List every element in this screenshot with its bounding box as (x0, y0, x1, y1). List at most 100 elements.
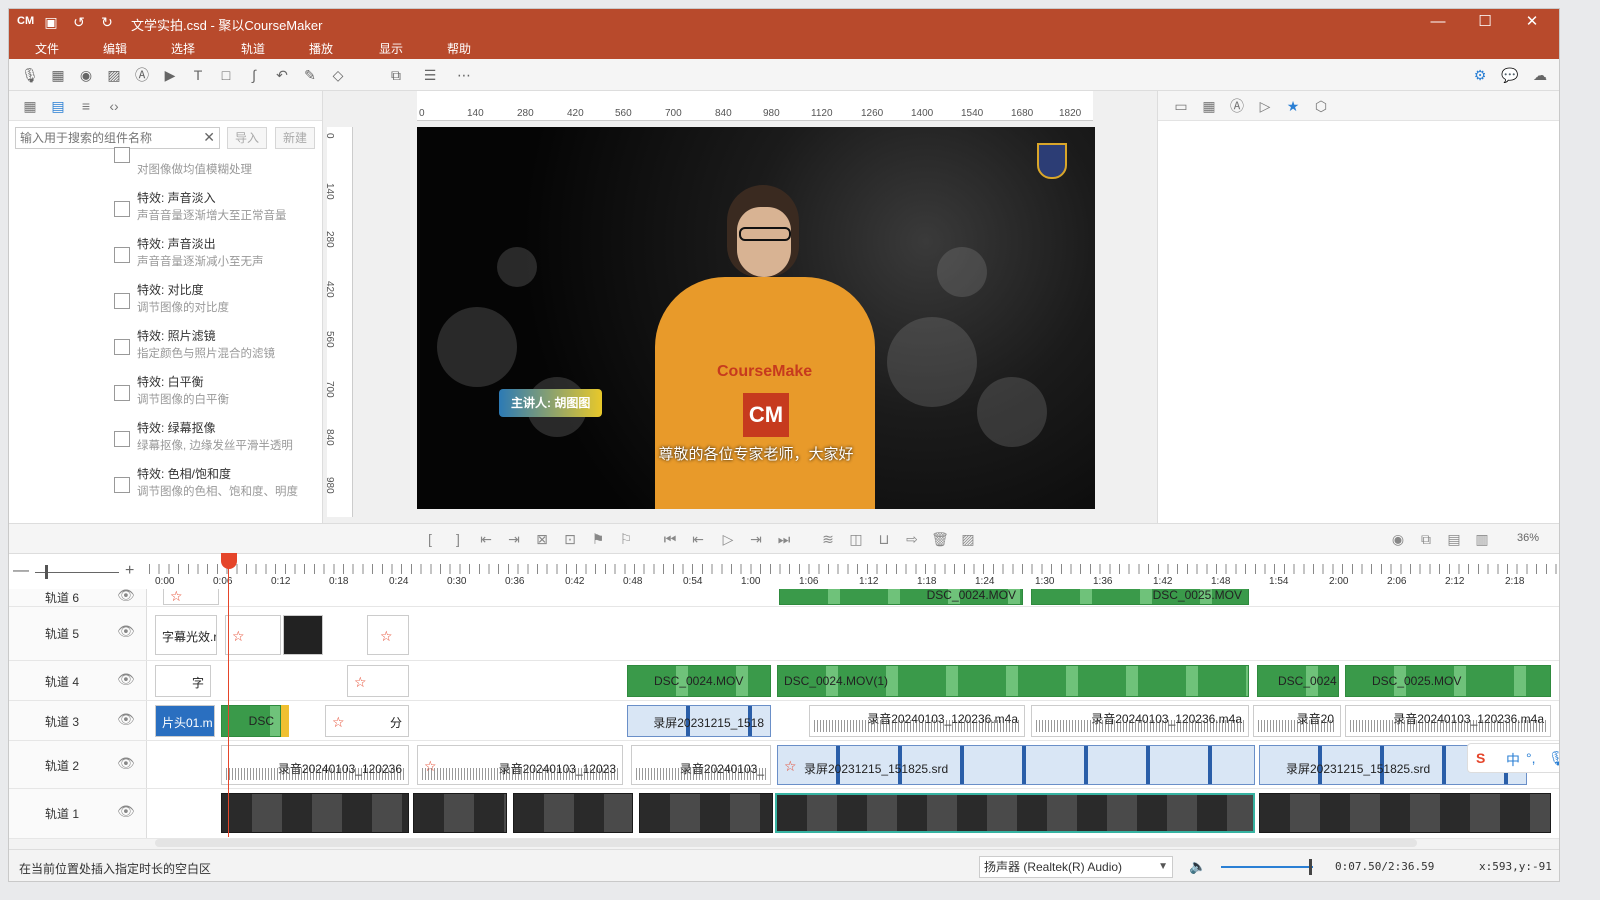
timeline-clip[interactable]: DSC (221, 705, 281, 737)
more-icon[interactable]: ⋯ (455, 66, 473, 84)
minimize-button[interactable]: — (1423, 12, 1453, 32)
effect-checkbox[interactable] (114, 431, 130, 447)
screen-record-icon[interactable]: ▦ (49, 66, 67, 84)
zoom-handle[interactable] (45, 565, 48, 579)
video-icon[interactable]: ▶ (161, 66, 179, 84)
timeline-ruler[interactable]: 0:00 0:06 0:12 0:18 0:24 0:30 0:36 0:42 … (149, 554, 1559, 590)
collapse-tracks-icon[interactable]: ▤ (1445, 530, 1463, 548)
export-icon[interactable]: ⇨ (903, 530, 921, 548)
close-button[interactable]: ✕ (1517, 12, 1547, 32)
effect-item[interactable]: 特效: 照片滤镜 指定颜色与照片混合的滤镜 (9, 327, 322, 373)
speaker-icon[interactable]: 🔈 (1189, 858, 1206, 875)
timeline-clip[interactable]: DSC_0025.MOV (1031, 589, 1249, 605)
video-subtitle[interactable]: 尊敬的各位专家老师，大家好 (417, 443, 1095, 464)
effect-checkbox[interactable] (114, 293, 130, 309)
menu-view[interactable]: 显示 (379, 40, 403, 57)
eye-icon[interactable]: 👁 (117, 589, 135, 604)
ime-mode[interactable]: 中 (1506, 750, 1520, 770)
go-to-out-icon[interactable]: ⇥ (505, 530, 523, 548)
pen-icon[interactable]: ✎ (301, 66, 319, 84)
ime-toolbar[interactable]: S 中 °, 🎙 (1467, 743, 1559, 773)
playhead-handle[interactable] (221, 553, 237, 569)
timeline-clip[interactable]: 字幕光效.r (155, 615, 217, 655)
effect-checkbox[interactable] (114, 385, 130, 401)
timeline-scrollbar[interactable] (155, 839, 1417, 847)
effect-item[interactable]: 特效: 对比度 调节图像的对比度 (9, 281, 322, 327)
gear-icon[interactable]: ⚙ (1471, 66, 1489, 84)
menu-help[interactable]: 帮助 (447, 40, 471, 57)
split-icon[interactable]: ◫ (847, 530, 865, 548)
timeline-clip[interactable]: 录音20240103_120236.m4a (1345, 705, 1551, 737)
menu-file[interactable]: 文件 (35, 40, 59, 57)
flag-remove-icon[interactable]: ⚐ (617, 530, 635, 548)
timeline-clip[interactable]: ☆ (225, 615, 281, 655)
volume-handle[interactable] (1309, 859, 1312, 875)
timeline-clip[interactable]: ☆ (163, 589, 219, 605)
skip-end-icon[interactable]: ⏭ (775, 530, 793, 548)
timeline-clip[interactable]: DSC_0024.MOV (627, 665, 771, 697)
effect-checkbox[interactable] (114, 477, 130, 493)
eye-icon[interactable]: 👁 (117, 623, 135, 640)
export-range-icon[interactable]: ⊡ (561, 530, 579, 548)
effect-checkbox[interactable] (114, 201, 130, 217)
ime-punct[interactable]: °, (1526, 750, 1536, 766)
cube-icon[interactable]: ⬡ (1312, 97, 1330, 115)
skip-start-icon[interactable]: ⏮ (661, 530, 679, 548)
camera-icon[interactable]: ◉ (1389, 530, 1407, 548)
timeline-clip[interactable]: DSC_0025.MOV (1345, 665, 1551, 697)
timeline-clip[interactable]: ☆ 分 (325, 705, 409, 737)
effect-item[interactable]: 特效: 声音淡出 声音音量逐渐减小至无声 (9, 235, 322, 281)
image-icon[interactable]: ▨ (105, 66, 123, 84)
trash-icon[interactable]: 🗑 (931, 530, 949, 548)
microphone-icon[interactable]: 🎙 (21, 66, 39, 84)
timeline-clip[interactable]: ☆ (347, 665, 409, 697)
audio-wave-icon[interactable]: ≋ (819, 530, 837, 548)
timeline-clip[interactable] (281, 705, 289, 737)
timeline-clip[interactable] (221, 793, 409, 833)
snapshot-image-icon[interactable]: ▨ (959, 530, 977, 548)
code-icon[interactable]: ‹› (105, 97, 123, 115)
camera-icon[interactable]: ◉ (77, 66, 95, 84)
timeline-clip[interactable] (513, 793, 633, 833)
cloud-icon[interactable]: ☁ (1531, 66, 1549, 84)
rectangle-icon[interactable]: □ (217, 66, 235, 84)
timeline-clip[interactable]: DSC_0024.MOV (779, 589, 1023, 605)
expand-tracks-icon[interactable]: ▥ (1473, 530, 1491, 548)
text-box-icon[interactable]: Ⓐ (133, 66, 151, 84)
redo-icon[interactable]: ↻ (99, 14, 115, 30)
save-icon[interactable]: ▣ (43, 14, 59, 30)
zoom-in-icon[interactable]: + (125, 562, 134, 580)
timeline-clip[interactable]: 字 (155, 665, 211, 697)
crop-icon[interactable]: ⧉ (387, 66, 405, 84)
zoom-out-icon[interactable]: — (13, 562, 29, 580)
timeline-clip[interactable]: DSC_0024 (1257, 665, 1339, 697)
timeline-clip[interactable]: 录音20240103_120236.m4a (1031, 705, 1249, 737)
undo-icon[interactable]: ↺ (71, 14, 87, 30)
insert-gap-icon[interactable]: ⊔ (875, 530, 893, 548)
eraser-icon[interactable]: ◇ (329, 66, 347, 84)
step-back-icon[interactable]: ⇤ (689, 530, 707, 548)
timeline-clip[interactable] (1259, 793, 1551, 833)
media-icon[interactable]: ▷ (1256, 97, 1274, 115)
audio-device-select[interactable]: 扬声器 (Realtek(R) Audio) ▼ (979, 856, 1173, 878)
effect-item[interactable]: 特效: 绿幕抠像 绿幕抠像, 边缘发丝平滑半透明 (9, 419, 322, 465)
effect-checkbox[interactable] (114, 339, 130, 355)
timeline-clip[interactable]: DSC_0024.MOV(1) (777, 665, 1249, 697)
mark-out-icon[interactable]: ] (449, 530, 467, 548)
eye-icon[interactable]: 👁 (117, 711, 135, 728)
effect-checkbox[interactable] (114, 247, 130, 263)
effect-item[interactable]: 特效: 色相/饱和度 调节图像的色相、饱和度、明度 (9, 465, 322, 511)
timeline-clip[interactable] (283, 615, 323, 655)
mark-in-icon[interactable]: [ (421, 530, 439, 548)
microphone-icon[interactable]: 🎙 (1548, 750, 1559, 767)
timeline-zoom-slider[interactable]: — + (13, 562, 141, 582)
timeline-clip[interactable] (413, 793, 507, 833)
list-icon[interactable]: ▤ (49, 97, 67, 115)
step-forward-icon[interactable]: ⇥ (747, 530, 765, 548)
play-icon[interactable]: ▷ (719, 530, 737, 548)
layout-icon[interactable]: ▭ (1172, 97, 1190, 115)
eye-icon[interactable]: 👁 (117, 803, 135, 820)
comment-icon[interactable]: 💬 (1501, 66, 1519, 84)
timeline-clip[interactable]: 录屏20231215_1518 (627, 705, 771, 737)
grid-icon[interactable]: ▦ (21, 97, 39, 115)
